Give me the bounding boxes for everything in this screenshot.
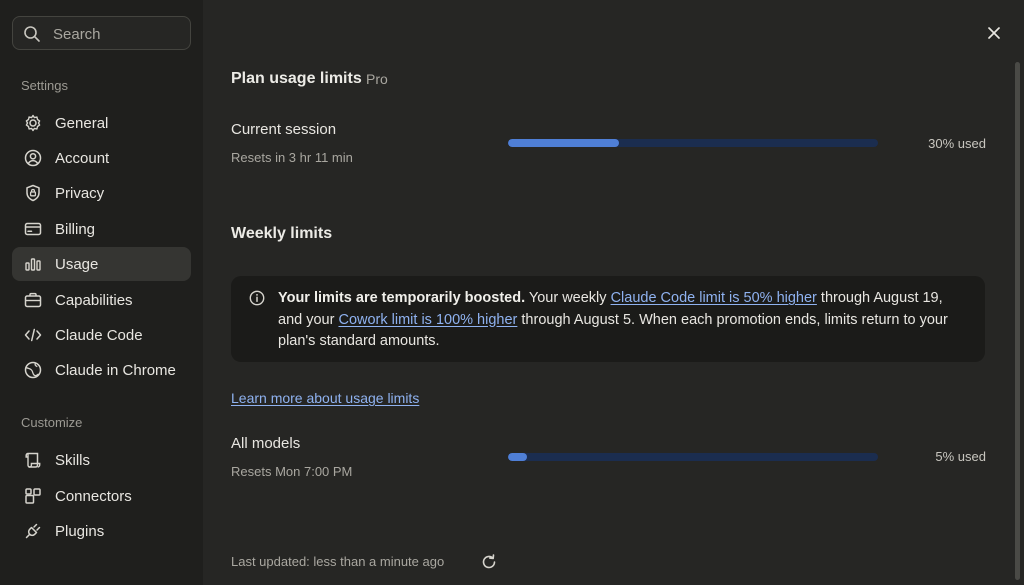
search-box[interactable] — [12, 16, 191, 50]
current-session-percent: 30% used — [928, 136, 986, 151]
refresh-icon — [482, 554, 496, 569]
sidebar-item-billing[interactable]: Billing — [12, 212, 191, 246]
sidebar-item-label: Connectors — [55, 487, 132, 505]
sidebar-item-account[interactable]: Account — [12, 141, 191, 175]
sidebar-item-general[interactable]: General — [12, 106, 191, 140]
sidebar-item-label: Usage — [55, 255, 99, 273]
search-input[interactable] — [53, 23, 183, 45]
sidebar-item-label: Account — [55, 149, 110, 167]
all-models-percent: 5% used — [935, 449, 986, 464]
gear-icon — [22, 112, 44, 134]
info-icon — [249, 290, 265, 306]
current-session-reset: Resets in 3 hr 11 min — [231, 150, 353, 165]
sidebar-item-label: Skills — [55, 451, 91, 469]
sidebar-item-label: Claude Code — [55, 326, 143, 344]
current-session-title: Current session — [231, 121, 337, 138]
boost-notice-text: Your limits are temporarily boosted. You… — [278, 288, 968, 353]
usage-settings-panel: Plan usage limits Pro Current session Re… — [203, 0, 1024, 585]
sidebar-item-claude-in-chrome[interactable]: Claude in Chrome — [12, 353, 191, 387]
all-models-reset: Resets Mon 7:00 PM — [231, 464, 353, 479]
credit-card-icon — [22, 218, 44, 240]
sidebar-item-label: Privacy — [55, 184, 105, 202]
sidebar-item-plugins[interactable]: Plugins — [12, 514, 191, 548]
briefcase-icon — [22, 289, 44, 311]
settings-sidebar: Settings General Account Privacy Billing… — [0, 0, 203, 585]
sidebar-item-label: Plugins — [55, 522, 105, 540]
all-models-title: All models — [231, 435, 301, 452]
last-updated-text: Last updated: less than a minute ago — [231, 554, 445, 569]
current-session-progress-bar — [508, 139, 878, 147]
refresh-button[interactable] — [480, 553, 498, 571]
current-session-progress-fill — [508, 139, 619, 147]
notice-text-part: Your weekly — [525, 290, 611, 306]
sidebar-item-skills[interactable]: Skills — [12, 443, 191, 477]
all-models-progress-fill — [508, 453, 527, 461]
sidebar-item-label: Claude in Chrome — [55, 361, 176, 379]
sidebar-item-label: General — [55, 114, 109, 132]
plan-name-badge: Pro — [366, 71, 388, 87]
user-circle-icon — [22, 147, 44, 169]
bar-chart-icon — [22, 253, 44, 275]
close-icon — [988, 27, 1000, 39]
sidebar-item-connectors[interactable]: Connectors — [12, 479, 191, 513]
plan-usage-title: Plan usage limits — [231, 70, 362, 87]
scroll-icon — [22, 449, 44, 471]
lock-shield-icon — [22, 182, 44, 204]
sidebar-item-label: Billing — [55, 220, 96, 238]
sidebar-item-capabilities[interactable]: Capabilities — [12, 283, 191, 317]
learn-more-link[interactable]: Learn more about usage limits — [231, 390, 419, 406]
claude-code-limit-link[interactable]: Claude Code limit is 50% higher — [611, 290, 817, 306]
puzzle-icon — [22, 485, 44, 507]
sidebar-item-claude-code[interactable]: Claude Code — [12, 318, 191, 352]
sidebar-item-label: Capabilities — [55, 291, 133, 309]
plug-icon — [22, 520, 44, 542]
scrollbar[interactable] — [1015, 62, 1020, 580]
cowork-limit-link[interactable]: Cowork limit is 100% higher — [338, 312, 517, 328]
search-icon — [24, 26, 40, 42]
sidebar-item-usage[interactable]: Usage — [12, 247, 191, 281]
sidebar-item-privacy[interactable]: Privacy — [12, 176, 191, 210]
all-models-progress-bar — [508, 453, 878, 461]
boost-notice: Your limits are temporarily boosted. You… — [231, 276, 985, 362]
close-button[interactable] — [983, 22, 1005, 44]
globe-icon — [22, 359, 44, 381]
boost-notice-headline: Your limits are temporarily boosted. — [278, 290, 526, 306]
customize-section-label: Customize — [21, 415, 83, 430]
settings-section-label: Settings — [21, 78, 68, 93]
code-icon — [22, 324, 44, 346]
weekly-limits-title: Weekly limits — [231, 225, 333, 242]
